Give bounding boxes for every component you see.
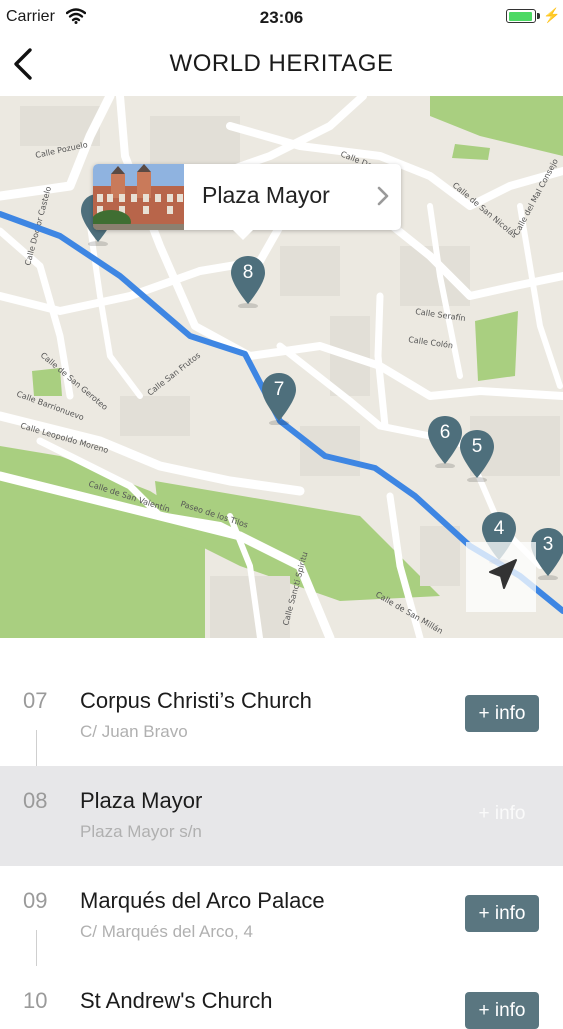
map-marker-7[interactable]: 7	[261, 373, 299, 425]
list-item-selected[interactable]: 08 Plaza Mayor Plaza Mayor s/n + info	[0, 766, 563, 866]
timeline-connector	[36, 930, 37, 966]
battery-icon	[506, 9, 540, 23]
more-info-button[interactable]: + info	[465, 695, 539, 732]
map-view[interactable]: Calle Pozuelo Calle Doctor Castelo Calle…	[0, 96, 563, 638]
charging-bolt-icon: ⚡	[543, 7, 561, 23]
item-name: St Andrew's Church	[80, 988, 273, 1013]
timeline-connector	[36, 730, 37, 766]
item-number: 08	[23, 788, 48, 813]
item-name: Corpus Christi’s Church	[80, 688, 312, 713]
status-bar: Carrier 23:06 ⚡	[0, 0, 563, 34]
marker-callout[interactable]: Plaza Mayor	[93, 164, 401, 240]
more-info-button[interactable]: + info	[465, 992, 539, 1029]
navigation-bar: WORLD HERITAGE	[0, 34, 563, 96]
item-address: C/ Marqués del Arco, 4	[80, 922, 253, 941]
marker-number: 5	[471, 436, 483, 457]
callout-title: Plaza Mayor	[202, 182, 330, 208]
item-number: 10	[23, 988, 48, 1013]
page-title: WORLD HERITAGE	[169, 50, 394, 77]
plaza-thumbnail	[93, 164, 184, 230]
heritage-list: 07 Corpus Christi’s Church C/ Juan Bravo…	[0, 666, 563, 1029]
item-address: Plaza Mayor s/n	[80, 822, 202, 841]
list-item[interactable]: 07 Corpus Christi’s Church C/ Juan Bravo…	[0, 666, 563, 766]
item-name: Plaza Mayor	[80, 788, 203, 813]
location-arrow-icon	[489, 559, 517, 589]
item-number: 09	[23, 888, 48, 913]
park-area	[475, 311, 518, 381]
clock: 23:06	[259, 8, 304, 27]
callout-pointer	[233, 230, 253, 240]
more-info-button[interactable]: + info	[465, 795, 539, 832]
marker-number: 6	[439, 422, 451, 443]
locate-me-button[interactable]	[466, 542, 536, 612]
item-number: 07	[23, 688, 48, 713]
map-marker-5[interactable]: 5	[459, 430, 497, 482]
list-item[interactable]: 09 Marqués del Arco Palace C/ Marqués de…	[0, 866, 563, 966]
marker-number: 4	[493, 518, 505, 539]
map-marker-8[interactable]: 8	[230, 256, 268, 308]
list-item[interactable]: 10 St Andrew's Church + info	[0, 966, 563, 1029]
item-address: C/ Juan Bravo	[80, 722, 188, 741]
marker-number: 8	[242, 262, 254, 283]
item-name: Marqués del Arco Palace	[80, 888, 325, 913]
more-info-button[interactable]: + info	[465, 895, 539, 932]
chevron-right-icon	[377, 186, 389, 211]
marker-number: 7	[273, 379, 285, 400]
